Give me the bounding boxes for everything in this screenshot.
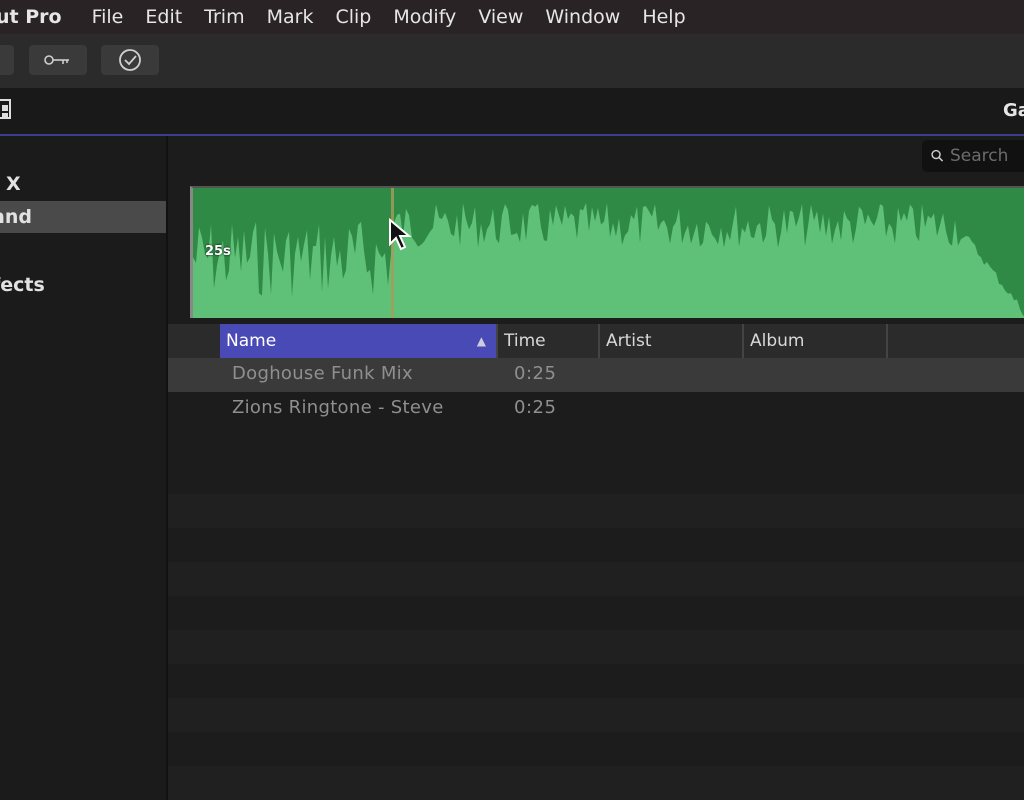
empty-row-stripe [168,630,1024,664]
column-header-album[interactable]: Album [744,324,888,358]
menu-modify[interactable]: Modify [393,6,456,28]
skimmer-playhead[interactable] [391,188,394,318]
menu-app-name[interactable]: ut Pro [0,6,62,28]
column-header-artist[interactable]: Artist [600,324,744,358]
menu-clip[interactable]: Clip [335,6,371,28]
sidebar-item-label: fects [0,274,45,296]
toolbar [0,34,1024,89]
browser-header: Ga [0,88,1024,136]
menu-trim[interactable]: Trim [204,6,244,28]
keywords-button[interactable] [29,45,87,75]
table-row[interactable]: Doghouse Funk Mix 0:25 [168,358,1024,392]
libraries-icon[interactable] [0,96,18,128]
search-field[interactable] [922,140,1024,172]
menu-edit[interactable]: Edit [145,6,182,28]
cell-time: 0:25 [514,363,557,384]
sort-ascending-icon: ▲ [476,334,486,348]
menu-view[interactable]: View [478,6,523,28]
empty-row-stripe [168,562,1024,596]
column-header-row: Name ▲ Time Artist Album [168,324,1024,358]
empty-row-stripe [168,494,1024,528]
column-header-label: Album [750,331,805,351]
checkmark-circle-icon [119,49,141,71]
key-icon [44,55,69,65]
empty-row-stripe [168,698,1024,732]
mouse-cursor-icon [389,218,412,251]
search-icon [931,149,944,162]
sidebar-item-sound[interactable]: and [0,201,166,233]
search-input[interactable] [948,145,1024,167]
column-header-name[interactable]: Name ▲ [220,324,498,358]
empty-row-stripe [168,766,1024,800]
menu-file[interactable]: File [92,6,124,28]
sidebar: X and fects [0,136,168,800]
browser-main: 25s Name ▲ Time Artist Album Doghouse Fu… [168,136,1024,800]
waveform-duration-label: 25s [205,244,231,259]
column-header-label: Name [226,331,277,351]
background-tasks-button[interactable] [101,45,159,75]
column-header-time[interactable]: Time [498,324,600,358]
cell-time: 0:25 [514,397,557,418]
toolbar-button-partial[interactable] [0,45,14,75]
column-header-label: Time [504,331,546,351]
menu-help[interactable]: Help [642,6,685,28]
waveform-peak-fill [193,188,1024,316]
browser-header-label: Ga [1003,100,1024,121]
table-row[interactable]: Zions Ringtone - Steve 0:25 [168,392,1024,426]
audio-waveform[interactable]: 25s [190,186,1024,318]
cell-name: Doghouse Funk Mix [232,363,413,384]
column-header-label: Artist [606,331,652,351]
sidebar-item-x[interactable]: X [0,168,166,200]
sidebar-item-label: X [6,173,21,195]
waveform-peaks [193,188,1024,316]
sidebar-item-effects[interactable]: fects [0,269,166,301]
menu-window[interactable]: Window [545,6,620,28]
menu-bar: ut Pro File Edit Trim Mark Clip Modify V… [0,0,1024,34]
menu-mark[interactable]: Mark [267,6,314,28]
sidebar-item-label: and [0,206,32,228]
cell-name: Zions Ringtone - Steve [232,397,444,418]
